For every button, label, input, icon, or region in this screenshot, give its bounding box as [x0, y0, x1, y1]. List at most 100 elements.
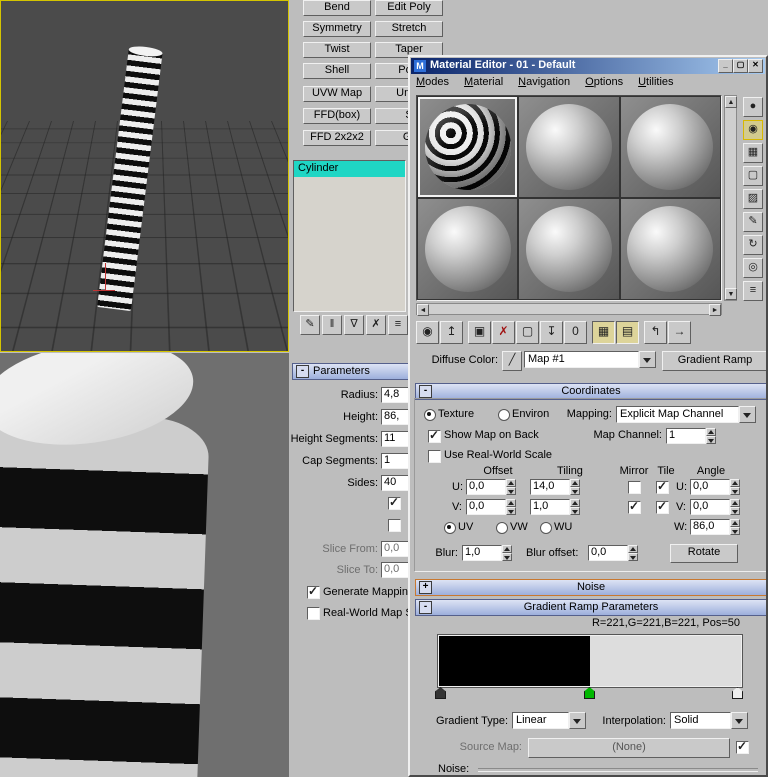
u-offset-spinner[interactable]: 0,0 [466, 479, 516, 495]
remove-modifier-button[interactable]: ✗ [366, 315, 386, 335]
slice-on-checkbox[interactable] [388, 519, 401, 532]
gradient-stop-right[interactable] [732, 687, 743, 699]
assign-material-to-selection-button[interactable]: ▣ [468, 321, 491, 344]
put-to-library-button[interactable]: ↧ [540, 321, 563, 344]
minimize-button[interactable]: _ [718, 59, 733, 73]
select-by-material-button[interactable]: ◎ [743, 258, 763, 278]
sample-slot-1[interactable] [418, 97, 518, 197]
spinner-arrows-icon[interactable] [706, 428, 716, 444]
gradient-ramp-type-button[interactable]: Gradient Ramp [662, 351, 766, 371]
blur-offset-spinner[interactable]: 0,0 [588, 545, 638, 561]
modifier-button-uvw-map[interactable]: UVW Map [303, 86, 371, 102]
cylinder-closeup-body[interactable] [0, 411, 210, 777]
modifier-button-symmetry[interactable]: Symmetry [303, 21, 371, 37]
menu-modes[interactable]: Modes [416, 76, 449, 92]
modifier-button-ffd-2x2x2[interactable]: FFD 2x2x2 [303, 130, 371, 146]
uv-radio[interactable] [444, 522, 456, 534]
use-real-world-scale-checkbox[interactable] [428, 450, 441, 463]
slots-horizontal-scrollbar[interactable]: ◄ ► [416, 303, 722, 316]
u-angle-spinner[interactable]: 0,0 [690, 479, 740, 495]
make-preview-button[interactable]: ✎ [743, 212, 763, 232]
v-angle-spinner[interactable]: 0,0 [690, 499, 740, 515]
show-map-on-back-checkbox[interactable] [428, 428, 441, 443]
v-offset-spinner[interactable]: 0,0 [466, 499, 516, 515]
viewport-closeup[interactable] [0, 353, 290, 777]
reset-map-button[interactable]: ✗ [492, 321, 515, 344]
dropdown-arrow-icon[interactable] [569, 712, 586, 729]
put-material-to-scene-button[interactable]: ↥ [440, 321, 463, 344]
make-material-copy-button[interactable]: ▢ [516, 321, 539, 344]
wu-radio[interactable] [540, 522, 552, 534]
viewport-perspective[interactable] [0, 0, 289, 352]
scroll-down-icon[interactable]: ▼ [725, 288, 737, 300]
pick-color-eyedropper-icon[interactable]: ╱ [502, 351, 522, 371]
environ-radio[interactable] [498, 409, 510, 421]
background-button[interactable]: ▦ [743, 143, 763, 163]
gradient-type-dropdown[interactable]: Linear [512, 712, 586, 729]
close-button[interactable]: ✕ [748, 59, 763, 73]
spinner-arrows-icon[interactable] [730, 479, 740, 495]
go-to-parent-button[interactable]: ↰ [644, 321, 667, 344]
v-tile-checkbox[interactable] [656, 499, 669, 514]
go-forward-to-sibling-button[interactable]: → [668, 321, 691, 344]
modifier-button-stretch[interactable]: Stretch [375, 21, 443, 37]
menu-navigation[interactable]: Navigation [518, 76, 570, 92]
show-end-result-button[interactable]: ‖ [322, 315, 342, 335]
real-world-map-checkbox[interactable] [307, 607, 320, 620]
spinner-arrows-icon[interactable] [730, 519, 740, 535]
modifier-stack-item-cylinder[interactable]: Cylinder [294, 161, 405, 177]
backlight-button[interactable]: ◉ [743, 120, 763, 140]
material-id-channel-button[interactable]: 0 [564, 321, 587, 344]
menu-utilities[interactable]: Utilities [638, 76, 673, 92]
vw-radio[interactable] [496, 522, 508, 534]
pin-stack-button[interactable]: ✎ [300, 315, 320, 335]
sample-uv-tiling-button[interactable]: ▢ [743, 166, 763, 186]
blur-spinner[interactable]: 1,0 [462, 545, 512, 561]
interpolation-dropdown[interactable]: Solid [670, 712, 748, 729]
spinner-arrows-icon[interactable] [730, 499, 740, 515]
scroll-up-icon[interactable]: ▲ [725, 96, 737, 108]
maximize-button[interactable]: ▢ [733, 59, 748, 73]
gradient-ramp-rollout-header[interactable]: - Gradient Ramp Parameters [415, 599, 766, 616]
mapping-dropdown[interactable]: Explicit Map Channel [616, 406, 756, 423]
dropdown-arrow-icon[interactable] [731, 712, 748, 729]
gradient-stop-selected[interactable] [584, 687, 595, 699]
spinner-arrows-icon[interactable] [570, 479, 580, 495]
scroll-right-icon[interactable]: ► [709, 304, 721, 316]
dropdown-arrow-icon[interactable] [739, 406, 756, 423]
v-mirror-checkbox[interactable] [628, 499, 641, 514]
map-channel-spinner[interactable]: 1 [666, 428, 716, 444]
spinner-arrows-icon[interactable] [506, 499, 516, 515]
modifier-button-shell[interactable]: Shell [303, 63, 371, 79]
modifier-button-edit-poly[interactable]: Edit Poly [375, 0, 443, 16]
slots-vertical-scrollbar[interactable]: ▲ ▼ [724, 95, 737, 301]
generate-mapping-checkbox[interactable] [307, 584, 320, 599]
spinner-arrows-icon[interactable] [502, 545, 512, 561]
u-mirror-checkbox[interactable] [628, 481, 641, 494]
sample-slot-3[interactable] [620, 97, 720, 197]
source-map-enable-checkbox[interactable] [736, 739, 749, 754]
collapse-icon[interactable]: - [296, 365, 309, 378]
modifier-button-bend[interactable]: Bend [303, 0, 371, 16]
texture-radio[interactable] [424, 409, 436, 421]
video-color-check-button[interactable]: ▨ [743, 189, 763, 209]
modifier-button-ffd-box[interactable]: FFD(box) [303, 108, 371, 124]
menu-material[interactable]: Material [464, 76, 503, 92]
w-angle-spinner[interactable]: 86,0 [690, 519, 740, 535]
sample-type-button[interactable]: ● [743, 97, 763, 117]
sample-slot-6[interactable] [620, 199, 720, 299]
dropdown-arrow-icon[interactable] [639, 351, 656, 368]
material-map-navigator-button[interactable]: ≡ [743, 281, 763, 301]
spinner-arrows-icon[interactable] [570, 499, 580, 515]
gradient-ramp-bar[interactable] [437, 634, 743, 688]
get-material-button[interactable]: ◉ [416, 321, 439, 344]
spinner-arrows-icon[interactable] [506, 479, 516, 495]
noise-rollout-header[interactable]: + Noise [415, 579, 766, 596]
scroll-left-icon[interactable]: ◄ [417, 304, 429, 316]
modifier-stack-list[interactable]: Cylinder [293, 160, 406, 312]
make-unique-button[interactable]: ∇ [344, 315, 364, 335]
show-map-in-viewport-button[interactable]: ▦ [592, 321, 615, 344]
sample-slot-2[interactable] [519, 97, 619, 197]
rotate-button[interactable]: Rotate [670, 544, 738, 563]
sample-slot-4[interactable] [418, 199, 518, 299]
